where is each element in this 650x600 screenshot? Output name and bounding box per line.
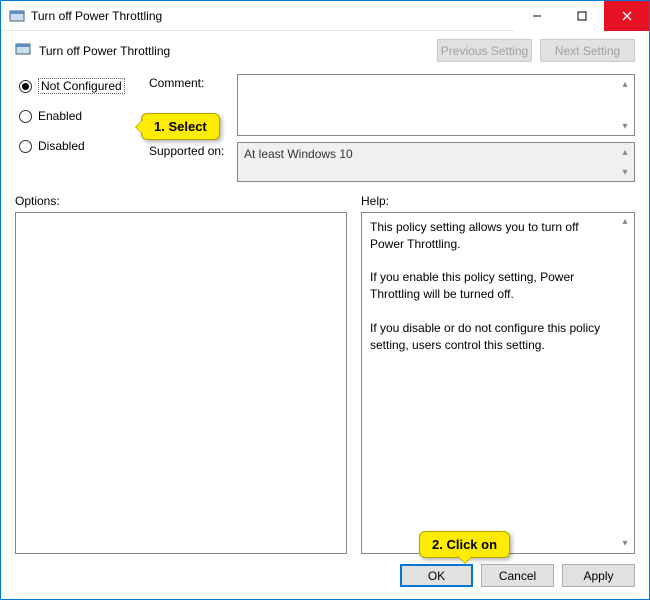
maximize-button[interactable] (559, 1, 604, 31)
dialog-buttons: OK Cancel Apply (1, 554, 649, 599)
radio-icon (19, 80, 32, 93)
scrollbar[interactable]: ▴ ▾ (617, 214, 633, 552)
window-controls (514, 1, 649, 30)
comment-row: Comment: ▴ ▾ (149, 74, 635, 136)
supported-label: Supported on: (149, 142, 229, 158)
radio-disabled[interactable]: Disabled (19, 136, 139, 156)
options-pane (15, 212, 347, 554)
state-radio-group: Not Configured Enabled Disabled (19, 74, 139, 182)
apply-button[interactable]: Apply (562, 564, 635, 587)
annotation-click: 2. Click on (419, 531, 510, 558)
scrollbar[interactable]: ▴ ▾ (617, 144, 633, 180)
top-section: Not Configured Enabled Disabled Comment:… (1, 66, 649, 182)
panes-labels: Options: Help: (1, 182, 649, 212)
radio-label: Disabled (38, 139, 85, 153)
scroll-up-icon: ▴ (617, 214, 633, 230)
policy-icon (15, 41, 31, 60)
comment-input[interactable]: ▴ ▾ (237, 74, 635, 136)
radio-label: Not Configured (38, 78, 125, 94)
radio-enabled[interactable]: Enabled (19, 106, 139, 126)
scroll-down-icon: ▾ (617, 164, 633, 180)
scroll-up-icon: ▴ (617, 144, 633, 160)
supported-row: Supported on: At least Windows 10 ▴ ▾ (149, 142, 635, 182)
radio-label: Enabled (38, 109, 82, 123)
supported-value: At least Windows 10 (244, 147, 353, 161)
help-paragraph: This policy setting allows you to turn o… (370, 219, 614, 253)
scroll-down-icon: ▾ (617, 118, 633, 134)
help-paragraph: If you enable this policy setting, Power… (370, 269, 614, 303)
policy-title: Turn off Power Throttling (39, 44, 429, 58)
help-pane: This policy setting allows you to turn o… (361, 212, 635, 554)
panes: This policy setting allows you to turn o… (1, 212, 649, 554)
fields: Comment: ▴ ▾ Supported on: At least Wind… (149, 74, 635, 182)
help-paragraph: If you disable or do not configure this … (370, 320, 614, 354)
cancel-button[interactable]: Cancel (481, 564, 554, 587)
header-row: Turn off Power Throttling Previous Setti… (1, 31, 649, 66)
radio-not-configured[interactable]: Not Configured (19, 76, 139, 96)
next-setting-button[interactable]: Next Setting (540, 39, 635, 62)
previous-setting-button[interactable]: Previous Setting (437, 39, 532, 62)
scrollbar[interactable]: ▴ ▾ (617, 76, 633, 134)
comment-label: Comment: (149, 74, 229, 90)
scroll-up-icon: ▴ (617, 76, 633, 92)
minimize-button[interactable] (514, 1, 559, 31)
help-label: Help: (361, 194, 635, 208)
radio-icon (19, 110, 32, 123)
policy-editor-window: Turn off Power Throttling Turn off Power… (0, 0, 650, 600)
scroll-down-icon: ▾ (617, 536, 633, 552)
supported-on-box: At least Windows 10 ▴ ▾ (237, 142, 635, 182)
window-title: Turn off Power Throttling (31, 9, 514, 23)
radio-icon (19, 140, 32, 153)
options-label: Options: (15, 194, 347, 208)
annotation-select: 1. Select (141, 113, 220, 140)
titlebar: Turn off Power Throttling (1, 1, 649, 31)
close-button[interactable] (604, 1, 649, 31)
app-icon (9, 8, 25, 24)
